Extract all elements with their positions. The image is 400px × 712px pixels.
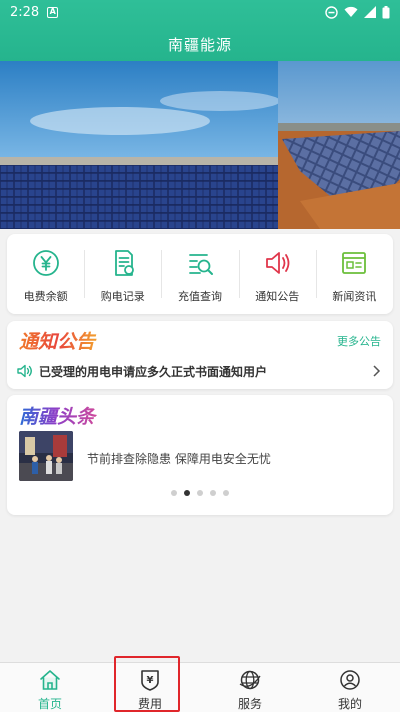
globe-icon	[239, 670, 261, 690]
signal-icon	[364, 6, 376, 18]
solar-farm-banner-image	[0, 61, 400, 229]
quick-action-notices[interactable]: 通知公告	[238, 234, 316, 314]
svg-text:南疆头条: 南疆头条	[19, 406, 98, 428]
battery-icon	[382, 5, 390, 18]
recharge-search-icon	[189, 254, 213, 275]
quick-action-label: 电费余额	[23, 290, 68, 303]
quick-action-label: 通知公告	[255, 290, 300, 303]
news-icon	[342, 252, 367, 274]
page-title: 南疆能源	[167, 36, 232, 54]
carousel-dot[interactable]	[171, 490, 177, 496]
carousel-dot[interactable]	[210, 490, 216, 496]
tab-profile[interactable]: 我的	[300, 663, 400, 712]
volume-icon	[17, 364, 32, 378]
quick-actions-card: 电费余额 购电记录 充值查询 通知公告 新闻资讯	[7, 234, 393, 314]
svg-text:¥: ¥	[147, 675, 154, 686]
carousel-dot[interactable]	[223, 490, 229, 496]
profile-icon	[340, 670, 360, 690]
app-header: 2:28 A 南疆能源	[0, 0, 400, 61]
tab-label: 服务	[237, 697, 262, 711]
tab-label: 首页	[37, 697, 62, 711]
quick-action-label: 充值查询	[178, 290, 222, 303]
speaker-icon	[266, 252, 290, 274]
tab-label: 费用	[137, 697, 162, 711]
chevron-right-icon	[373, 365, 381, 377]
banner-carousel[interactable]	[0, 61, 400, 229]
more-notices-link[interactable]: 更多公告	[337, 333, 381, 349]
carousel-dot[interactable]	[197, 490, 203, 496]
status-time: 2:28	[10, 4, 40, 20]
quick-action-label: 购电记录	[100, 290, 145, 303]
bottom-tab-bar: 首页 ¥ 费用 服务 我的	[0, 662, 400, 712]
carousel-dot[interactable]	[184, 490, 190, 496]
notice-item[interactable]: 已受理的用电申请应多久正式书面通知用户	[17, 361, 381, 381]
quick-action-recharge-search[interactable]: 充值查询	[161, 234, 238, 314]
quick-action-news[interactable]: 新闻资讯	[315, 234, 393, 314]
notification-a-icon: A	[47, 6, 59, 18]
do-not-disturb-icon	[325, 5, 338, 19]
tab-services[interactable]: 服务	[200, 663, 300, 712]
yuan-coin-icon	[32, 250, 59, 276]
notice-card: 通知公告 更多公告 已受理的用电申请应多久正式书面通知用户	[7, 321, 393, 389]
home-icon	[40, 670, 60, 690]
headlines-card: 南疆头条 节前排查除隐患 保障用电安全无忧	[7, 395, 393, 515]
fee-shield-icon: ¥	[141, 670, 159, 691]
notice-item-text: 已受理的用电申请应多久正式书面通知用户	[39, 364, 268, 379]
carousel-indicator[interactable]	[7, 490, 393, 496]
status-bar: 2:28 A	[0, 0, 400, 24]
tab-label: 我的	[337, 697, 362, 711]
quick-action-purchase-records[interactable]: 购电记录	[84, 234, 161, 314]
news-thumbnail[interactable]	[19, 431, 73, 481]
wifi-icon	[344, 6, 358, 17]
news-item-title[interactable]: 节前排查除隐患 保障用电安全无忧	[87, 450, 271, 467]
tab-home[interactable]: 首页	[0, 663, 100, 712]
tab-fees[interactable]: ¥ 费用	[100, 663, 200, 712]
quick-action-label: 新闻资讯	[332, 290, 377, 303]
headlines-heading: 南疆头条	[19, 406, 98, 428]
svg-text:通知公告: 通知公告	[19, 331, 97, 353]
news-photo-image	[19, 431, 73, 481]
quick-action-balance[interactable]: 电费余额	[7, 234, 84, 314]
purchase-record-icon	[114, 250, 134, 276]
status-icons	[325, 5, 390, 19]
notice-heading: 通知公告	[19, 331, 97, 353]
